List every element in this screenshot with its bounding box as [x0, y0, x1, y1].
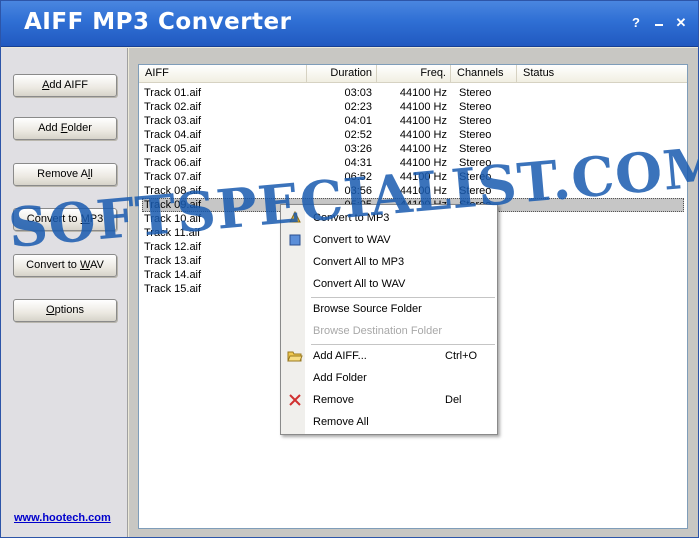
- convert-wav-icon: [287, 232, 303, 248]
- row-channels-cell: Stereo: [459, 129, 492, 141]
- app-window: AIFF MP3 Converter ? ✕ Add AIFF Add Fold…: [0, 0, 699, 538]
- convert-to-wav-button[interactable]: Convert to WAV: [13, 254, 117, 277]
- row-channels-cell: Stereo: [459, 171, 492, 183]
- table-row[interactable]: Track 04.aif 02:52 44100 Hz Stereo: [139, 128, 687, 142]
- options-button[interactable]: Options: [13, 299, 117, 322]
- menu-item-label: Add Folder: [313, 372, 367, 384]
- row-name-cell: Track 08.aif: [144, 185, 202, 197]
- row-channels-cell: Stereo: [459, 157, 492, 169]
- minimize-button[interactable]: [652, 15, 666, 30]
- row-freq-cell: 44100 Hz: [399, 157, 447, 169]
- row-name-cell: Track 10.aif: [144, 213, 202, 225]
- row-name-cell: Track 06.aif: [144, 157, 202, 169]
- title-bar[interactable]: AIFF MP3 Converter ? ✕: [1, 1, 698, 47]
- row-duration-cell: 04:01: [344, 115, 372, 127]
- row-duration-cell: 06:52: [344, 171, 372, 183]
- row-freq-cell: 44100 Hz: [399, 101, 447, 113]
- table-row[interactable]: Track 02.aif 02:23 44100 Hz Stereo: [139, 100, 687, 114]
- menu-item-convert-all-to-mp3[interactable]: Convert All to MP3: [281, 251, 497, 273]
- row-duration-cell: 03:03: [344, 87, 372, 99]
- context-menu: Convert to MP3 Convert to WAV Convert All …: [280, 204, 498, 435]
- column-header-status[interactable]: Status: [517, 65, 687, 82]
- row-name-cell: Track 13.aif: [144, 255, 202, 267]
- row-channels-cell: Stereo: [459, 101, 492, 113]
- row-freq-cell: 44100 Hz: [399, 87, 447, 99]
- row-freq-cell: 44100 Hz: [399, 143, 447, 155]
- add-folder-button[interactable]: Add Folder: [13, 117, 117, 140]
- row-name-cell: Track 07.aif: [144, 171, 202, 183]
- remove-x-icon: [287, 392, 303, 408]
- menu-item-label: Add AIFF...: [313, 350, 367, 362]
- list-header: AIFF Duration Freq. Channels Status: [139, 65, 687, 83]
- row-duration-cell: 02:23: [344, 101, 372, 113]
- row-name-cell: Track 05.aif: [144, 143, 202, 155]
- menu-item-browse-source-folder[interactable]: Browse Source Folder: [281, 298, 497, 320]
- row-freq-cell: 44100 Hz: [399, 185, 447, 197]
- row-channels-cell: Stereo: [459, 185, 492, 197]
- row-freq-cell: 44100 Hz: [399, 115, 447, 127]
- website-link[interactable]: www.hootech.com: [14, 512, 111, 524]
- open-folder-icon: [287, 348, 303, 364]
- row-name-cell: Track 04.aif: [144, 129, 202, 141]
- row-name-cell: Track 03.aif: [144, 115, 202, 127]
- row-name-cell: Track 12.aif: [144, 241, 202, 253]
- row-duration-cell: 03:26: [344, 143, 372, 155]
- minimize-icon: [655, 24, 663, 26]
- row-name-cell: Track 02.aif: [144, 101, 202, 113]
- menu-item-add-aiff[interactable]: Add AIFF... Ctrl+O: [281, 345, 497, 367]
- row-channels-cell: Stereo: [459, 143, 492, 155]
- menu-item-label: Convert to MP3: [313, 212, 390, 224]
- menu-item-label: Convert All to WAV: [313, 278, 406, 290]
- row-duration-cell: 02:52: [344, 129, 372, 141]
- add-aiff-button[interactable]: Add AIFF: [13, 74, 117, 97]
- menu-item-label: Remove All: [313, 416, 369, 428]
- row-duration-cell: 03:56: [344, 185, 372, 197]
- menu-item-remove[interactable]: Remove Del: [281, 389, 497, 411]
- menu-item-browse-destination-folder: Browse Destination Folder: [281, 320, 497, 342]
- column-header-freq[interactable]: Freq.: [377, 65, 451, 82]
- table-row[interactable]: Track 08.aif 03:56 44100 Hz Stereo: [139, 184, 687, 198]
- column-header-channels[interactable]: Channels: [451, 65, 517, 82]
- menu-item-remove-all[interactable]: Remove All: [281, 411, 497, 433]
- menu-item-label: Convert to WAV: [313, 234, 391, 246]
- remove-all-button[interactable]: Remove All: [13, 163, 117, 186]
- row-name-cell: Track 09.aif: [144, 199, 202, 211]
- menu-item-label: Remove: [313, 394, 354, 406]
- column-header-duration[interactable]: Duration: [307, 65, 377, 82]
- menu-item-label: Browse Source Folder: [313, 303, 422, 315]
- table-row[interactable]: Track 05.aif 03:26 44100 Hz Stereo: [139, 142, 687, 156]
- sidebar: Add AIFF Add Folder Remove All Convert t…: [1, 48, 128, 537]
- row-name-cell: Track 01.aif: [144, 87, 202, 99]
- column-header-aiff[interactable]: AIFF: [139, 65, 307, 82]
- menu-item-convert-to-wav[interactable]: Convert to WAV: [281, 229, 497, 251]
- menu-item-shortcut: Del: [445, 394, 462, 406]
- row-duration-cell: 04:31: [344, 157, 372, 169]
- menu-item-label: Convert All to MP3: [313, 256, 405, 268]
- help-button[interactable]: ?: [629, 15, 643, 30]
- row-name-cell: Track 15.aif: [144, 283, 202, 295]
- table-row[interactable]: Track 03.aif 04:01 44100 Hz Stereo: [139, 114, 687, 128]
- row-name-cell: Track 11.aif: [144, 227, 201, 239]
- row-channels-cell: Stereo: [459, 87, 492, 99]
- menu-item-add-folder[interactable]: Add Folder: [281, 367, 497, 389]
- menu-item-label: Browse Destination Folder: [313, 325, 443, 337]
- row-channels-cell: Stereo: [459, 115, 492, 127]
- menu-item-convert-all-to-wav[interactable]: Convert All to WAV: [281, 273, 497, 295]
- table-row[interactable]: Track 06.aif 04:31 44100 Hz Stereo: [139, 156, 687, 170]
- row-freq-cell: 44100 Hz: [399, 171, 447, 183]
- window-title: AIFF MP3 Converter: [24, 9, 292, 35]
- row-freq-cell: 44100 Hz: [399, 129, 447, 141]
- table-row[interactable]: Track 01.aif 03:03 44100 Hz Stereo: [139, 86, 687, 100]
- convert-to-mp3-button[interactable]: Convert to MP3: [13, 208, 117, 231]
- menu-item-convert-to-mp3[interactable]: Convert to MP3: [281, 207, 497, 229]
- table-row[interactable]: Track 07.aif 06:52 44100 Hz Stereo: [139, 170, 687, 184]
- convert-mp3-icon: [287, 210, 303, 226]
- row-name-cell: Track 14.aif: [144, 269, 202, 281]
- close-button[interactable]: ✕: [674, 15, 688, 31]
- menu-item-shortcut: Ctrl+O: [445, 350, 478, 362]
